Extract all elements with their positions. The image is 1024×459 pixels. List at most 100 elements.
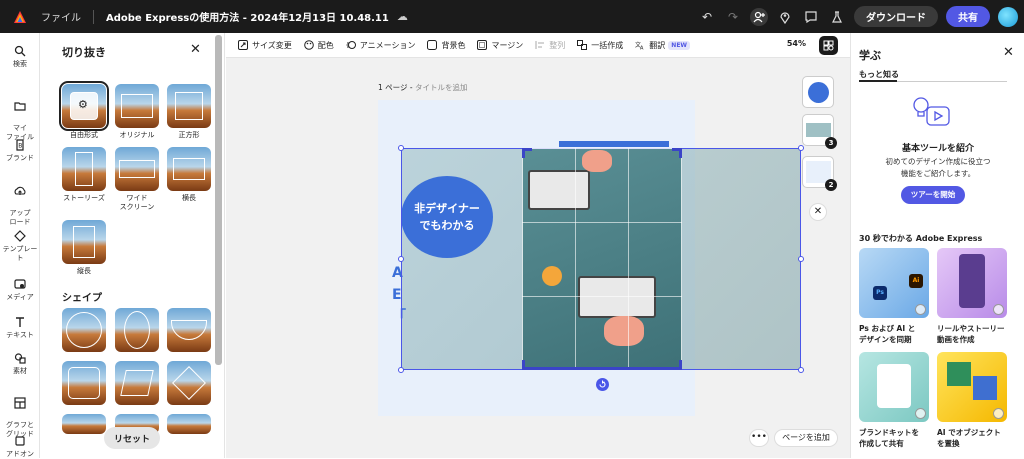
page-count-badge: 2 [825, 179, 837, 191]
crop-preset-widescreen[interactable] [115, 147, 159, 191]
tool-translate[interactable]: 文 A 翻訳 NEW [635, 40, 691, 51]
canvas-area[interactable]: 1 ページ - タイトルを追加 非デザイナー でもわかる A E 「 3 2 ✕… [226, 58, 850, 458]
redo-icon[interactable]: ↷ [724, 8, 742, 26]
crop-box[interactable] [522, 148, 682, 370]
rail-item-templates[interactable]: テンプレート [0, 230, 40, 263]
page-label: 1 ページ - タイトルを追加 [378, 82, 467, 93]
crop-preset-label: ストーリーズ [63, 194, 105, 202]
page-thumbnail[interactable] [802, 76, 834, 108]
crop-preset-landscape[interactable] [167, 147, 211, 191]
crop-shape-diamond[interactable] [167, 361, 211, 405]
download-button[interactable]: ダウンロード [854, 6, 938, 27]
rail-item-media[interactable]: メディア [0, 278, 40, 302]
document-title[interactable]: Adobe Expressの使用方法 - 2024年12月13日 10.48.1… [106, 9, 389, 24]
rail-item-my-files[interactable]: マイ ファイル [0, 91, 40, 142]
tool-resize[interactable]: サイズ変更 [238, 40, 292, 51]
tutorial-card-reels[interactable] [937, 248, 1007, 318]
crop-shape-circle[interactable] [62, 308, 106, 352]
page-thumbnail[interactable]: 3 [802, 114, 837, 149]
tool-margin[interactable]: マージン [477, 40, 523, 51]
reset-button[interactable]: リセット [104, 427, 160, 449]
rail-item-text[interactable]: テキスト [0, 316, 40, 340]
comment-icon[interactable] [802, 8, 820, 26]
resize-handle[interactable] [798, 367, 804, 373]
add-user-icon[interactable] [750, 7, 768, 26]
rail-item-charts-grids[interactable]: グラフと グリッド [0, 388, 40, 439]
tool-label: 一括作成 [591, 40, 624, 50]
crop-preset-original[interactable] [115, 84, 159, 128]
crop-preset-stories[interactable] [62, 147, 106, 191]
tutorial-card-sync[interactable]: Ps Ai [859, 248, 929, 318]
close-icon[interactable]: ✕ [1003, 45, 1014, 60]
avatar[interactable] [998, 6, 1018, 27]
tool-color[interactable]: 配色 [303, 40, 334, 51]
card-label: Ps および AI と デザインを同期 [859, 324, 916, 344]
flask-icon[interactable] [828, 8, 846, 26]
preset-frame [75, 152, 93, 186]
rail-item-addons[interactable]: アドオン [0, 435, 40, 459]
tool-background[interactable]: 背景色 [427, 40, 465, 51]
crop-preset-label: 自由形式 [70, 131, 98, 139]
rail-item-elements[interactable]: 素材 [0, 352, 40, 376]
page-thumbnail[interactable]: 2 [802, 156, 837, 191]
tool-label: 背景色 [441, 40, 466, 50]
resize-handle[interactable] [398, 256, 404, 262]
crop-preset-portrait[interactable] [62, 220, 106, 264]
rail-item-upload[interactable]: アップ ロード [0, 176, 40, 227]
file-menu[interactable]: ファイル [41, 9, 81, 24]
new-badge: NEW [668, 40, 691, 50]
undo-icon[interactable]: ↶ [698, 8, 716, 26]
tutorial-card-ai-replace[interactable] [937, 352, 1007, 422]
resize-handle[interactable] [398, 145, 404, 151]
crop-shape-more[interactable] [167, 414, 211, 434]
tab-learn-more[interactable]: もっと知る [859, 69, 899, 80]
crop-shape-half-circle[interactable] [167, 308, 211, 352]
crop-shape-more[interactable] [62, 414, 106, 434]
learn-panel-title: 学ぶ [859, 49, 881, 62]
crop-preset-square[interactable] [167, 84, 211, 128]
shape-frame [66, 312, 102, 348]
translate-icon: 文A [635, 41, 644, 51]
crop-preset-label: ワイド スクリーン [119, 194, 155, 211]
zoom-level[interactable]: 54% [787, 39, 806, 48]
crop-shape-oval[interactable] [115, 308, 159, 352]
crop-grid-line [522, 222, 682, 223]
adobe-express-logo-icon[interactable] [13, 10, 27, 24]
crop-bottom-edge[interactable] [522, 367, 682, 370]
resize-handle[interactable] [398, 367, 404, 373]
crop-preset-freeform[interactable]: ⚙ [59, 81, 109, 131]
resize-handle[interactable] [798, 256, 804, 262]
share-button[interactable]: 共有 [946, 6, 990, 27]
template-icon [14, 230, 26, 242]
card-label: ブランドキットを 作成して共有 [859, 428, 919, 448]
crop-corner-handle[interactable] [522, 148, 532, 158]
start-tour-button[interactable]: ツアーを開始 [901, 186, 965, 204]
add-page-button[interactable]: ページを追加 [774, 429, 838, 447]
rotate-handle[interactable] [596, 378, 609, 391]
rail-item-search[interactable]: 検索 [0, 45, 40, 69]
page-title-placeholder[interactable]: タイトルを追加 [415, 83, 468, 92]
rail-item-label: ブランド [6, 154, 34, 162]
layers-button[interactable] [819, 36, 838, 55]
tool-bulk-create[interactable]: 一括作成 [577, 40, 623, 51]
check-icon [915, 304, 926, 315]
crop-shape-parallelogram[interactable] [115, 361, 159, 405]
location-icon[interactable] [776, 8, 794, 26]
close-icon[interactable]: ✕ [809, 203, 827, 221]
svg-text:A: A [640, 46, 644, 51]
preset-frame [119, 160, 155, 178]
tutorial-card-brand-kit[interactable] [859, 352, 929, 422]
rail-item-brand[interactable]: B ブランド [0, 139, 40, 163]
tool-label: 整列 [549, 40, 566, 50]
tool-animation[interactable]: アニメーション [346, 40, 415, 51]
media-icon [14, 278, 26, 290]
page-number: 1 ページ - [378, 83, 415, 92]
tool-label: サイズ変更 [252, 40, 292, 50]
resize-handle[interactable] [798, 145, 804, 151]
close-icon[interactable]: ✕ [190, 42, 201, 57]
shape-frame [171, 320, 207, 340]
more-options-button[interactable]: ••• [749, 429, 769, 447]
crop-shape-rounded-square[interactable] [62, 361, 106, 405]
thumbnail-preview [808, 82, 829, 103]
crop-corner-handle[interactable] [672, 148, 682, 158]
